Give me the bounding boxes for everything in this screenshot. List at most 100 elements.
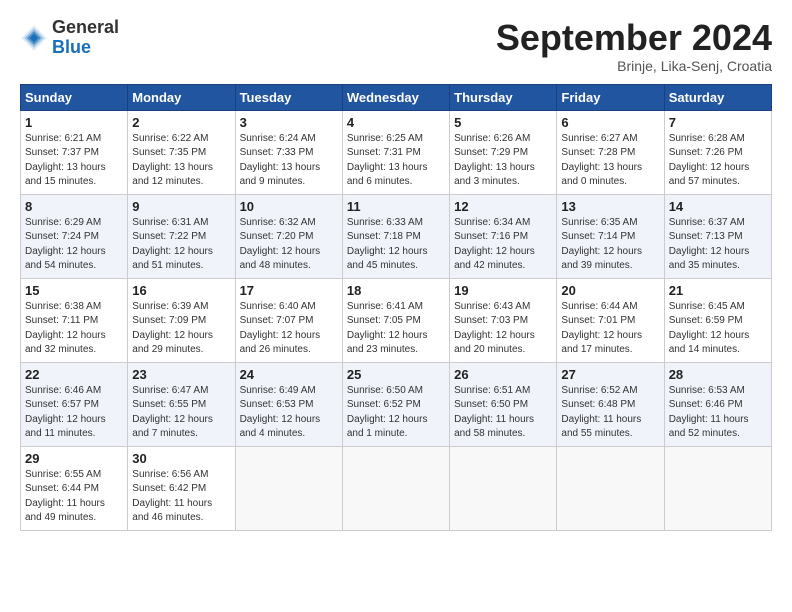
day-detail: Sunrise: 6:41 AMSunset: 7:05 PMDaylight:… [347, 301, 428, 356]
table-row: 5 Sunrise: 6:26 AMSunset: 7:29 PMDaylight… [450, 110, 557, 194]
day-number: 8 [25, 199, 123, 214]
table-row: 23 Sunrise: 6:47 AMSunset: 6:55 PMDayligh… [128, 362, 235, 446]
calendar-table: Sunday Monday Tuesday Wednesday Thursday… [20, 84, 772, 531]
table-row: 12 Sunrise: 6:34 AMSunset: 7:16 PMDayligh… [450, 194, 557, 278]
day-number: 19 [454, 283, 552, 298]
day-detail: Sunrise: 6:22 AMSunset: 7:35 PMDaylight:… [132, 133, 213, 188]
header-sunday: Sunday [21, 84, 128, 110]
day-detail: Sunrise: 6:50 AMSunset: 6:52 PMDaylight:… [347, 385, 428, 440]
table-row [450, 446, 557, 530]
day-number: 30 [132, 451, 230, 466]
day-number: 14 [669, 199, 767, 214]
day-detail: Sunrise: 6:53 AMSunset: 6:46 PMDaylight:… [669, 385, 749, 440]
day-detail: Sunrise: 6:39 AMSunset: 7:09 PMDaylight:… [132, 301, 213, 356]
month-title: September 2024 [496, 18, 772, 58]
logo: General Blue [20, 18, 119, 58]
day-number: 5 [454, 115, 552, 130]
table-row: 8 Sunrise: 6:29 AMSunset: 7:24 PMDaylight… [21, 194, 128, 278]
header-friday: Friday [557, 84, 664, 110]
table-row [342, 446, 449, 530]
day-number: 3 [240, 115, 338, 130]
logo-text: General Blue [52, 18, 119, 58]
day-detail: Sunrise: 6:29 AMSunset: 7:24 PMDaylight:… [25, 217, 106, 272]
table-row: 18 Sunrise: 6:41 AMSunset: 7:05 PMDayligh… [342, 278, 449, 362]
day-detail: Sunrise: 6:33 AMSunset: 7:18 PMDaylight:… [347, 217, 428, 272]
day-detail: Sunrise: 6:44 AMSunset: 7:01 PMDaylight:… [561, 301, 642, 356]
day-detail: Sunrise: 6:32 AMSunset: 7:20 PMDaylight:… [240, 217, 321, 272]
location: Brinje, Lika-Senj, Croatia [496, 58, 772, 74]
day-number: 4 [347, 115, 445, 130]
day-number: 9 [132, 199, 230, 214]
logo-general-text: General [52, 18, 119, 38]
table-row: 25 Sunrise: 6:50 AMSunset: 6:52 PMDayligh… [342, 362, 449, 446]
header-wednesday: Wednesday [342, 84, 449, 110]
header-saturday: Saturday [664, 84, 771, 110]
table-row: 9Sunrise: 6:31 AMSunset: 7:22 PMDaylight… [128, 194, 235, 278]
day-detail: Sunrise: 6:43 AMSunset: 7:03 PMDaylight:… [454, 301, 535, 356]
day-number: 2 [132, 115, 230, 130]
day-number: 25 [347, 367, 445, 382]
day-detail: Sunrise: 6:35 AMSunset: 7:14 PMDaylight:… [561, 217, 642, 272]
table-row: 4 Sunrise: 6:25 AMSunset: 7:31 PMDaylight… [342, 110, 449, 194]
table-row [557, 446, 664, 530]
day-detail: Sunrise: 6:21 AMSunset: 7:37 PMDaylight:… [25, 133, 106, 188]
day-number: 23 [132, 367, 230, 382]
day-detail: Sunrise: 6:40 AMSunset: 7:07 PMDaylight:… [240, 301, 321, 356]
calendar-header-row: Sunday Monday Tuesday Wednesday Thursday… [21, 84, 772, 110]
table-row: 26 Sunrise: 6:51 AMSunset: 6:50 PMDayligh… [450, 362, 557, 446]
day-detail: Sunrise: 6:26 AMSunset: 7:29 PMDaylight:… [454, 133, 535, 188]
day-detail: Sunrise: 6:55 AMSunset: 6:44 PMDaylight:… [25, 469, 105, 524]
table-row: 16 Sunrise: 6:39 AMSunset: 7:09 PMDayligh… [128, 278, 235, 362]
day-detail: Sunrise: 6:51 AMSunset: 6:50 PMDaylight:… [454, 385, 534, 440]
header-monday: Monday [128, 84, 235, 110]
day-number: 21 [669, 283, 767, 298]
title-block: September 2024 Brinje, Lika-Senj, Croati… [496, 18, 772, 74]
day-detail: Sunrise: 6:34 AMSunset: 7:16 PMDaylight:… [454, 217, 535, 272]
day-number: 12 [454, 199, 552, 214]
day-detail: Sunrise: 6:38 AMSunset: 7:11 PMDaylight:… [25, 301, 106, 356]
logo-blue-text: Blue [52, 38, 119, 58]
day-detail: Sunrise: 6:47 AMSunset: 6:55 PMDaylight:… [132, 385, 213, 440]
day-number: 28 [669, 367, 767, 382]
day-number: 17 [240, 283, 338, 298]
day-detail: Sunrise: 6:25 AMSunset: 7:31 PMDaylight:… [347, 133, 428, 188]
day-number: 24 [240, 367, 338, 382]
table-row: 7 Sunrise: 6:28 AMSunset: 7:26 PMDaylight… [664, 110, 771, 194]
table-row: 2 Sunrise: 6:22 AMSunset: 7:35 PMDaylight… [128, 110, 235, 194]
day-number: 20 [561, 283, 659, 298]
table-row: 24Sunrise: 6:49 AMSunset: 6:53 PMDayligh… [235, 362, 342, 446]
table-row: 14 Sunrise: 6:37 AMSunset: 7:13 PMDayligh… [664, 194, 771, 278]
day-number: 11 [347, 199, 445, 214]
logo-icon [20, 24, 48, 52]
table-row: 15 Sunrise: 6:38 AMSunset: 7:11 PMDayligh… [21, 278, 128, 362]
table-row: 28 Sunrise: 6:53 AMSunset: 6:46 PMDayligh… [664, 362, 771, 446]
day-detail: Sunrise: 6:46 AMSunset: 6:57 PMDaylight:… [25, 385, 106, 440]
day-number: 15 [25, 283, 123, 298]
table-row: 19 Sunrise: 6:43 AMSunset: 7:03 PMDayligh… [450, 278, 557, 362]
day-number: 22 [25, 367, 123, 382]
day-detail: Sunrise: 6:24 AMSunset: 7:33 PMDaylight:… [240, 133, 321, 188]
table-row: 27Sunrise: 6:52 AMSunset: 6:48 PMDayligh… [557, 362, 664, 446]
day-detail: Sunrise: 6:37 AMSunset: 7:13 PMDaylight:… [669, 217, 750, 272]
table-row [235, 446, 342, 530]
day-number: 27 [561, 367, 659, 382]
header: General Blue September 2024 Brinje, Lika… [20, 18, 772, 74]
day-detail: Sunrise: 6:28 AMSunset: 7:26 PMDaylight:… [669, 133, 750, 188]
table-row: 13 Sunrise: 6:35 AMSunset: 7:14 PMDayligh… [557, 194, 664, 278]
day-number: 13 [561, 199, 659, 214]
table-row: 10 Sunrise: 6:32 AMSunset: 7:20 PMDayligh… [235, 194, 342, 278]
table-row: 1 Sunrise: 6:21 AMSunset: 7:37 PMDaylight… [21, 110, 128, 194]
day-number: 1 [25, 115, 123, 130]
day-detail: Sunrise: 6:45 AMSunset: 6:59 PMDaylight:… [669, 301, 750, 356]
day-number: 18 [347, 283, 445, 298]
table-row: 11 Sunrise: 6:33 AMSunset: 7:18 PMDayligh… [342, 194, 449, 278]
day-number: 10 [240, 199, 338, 214]
table-row [664, 446, 771, 530]
table-row: 30Sunrise: 6:56 AMSunset: 6:42 PMDayligh… [128, 446, 235, 530]
page: General Blue September 2024 Brinje, Lika… [0, 0, 792, 541]
day-number: 26 [454, 367, 552, 382]
table-row: 29Sunrise: 6:55 AMSunset: 6:44 PMDayligh… [21, 446, 128, 530]
header-thursday: Thursday [450, 84, 557, 110]
day-number: 7 [669, 115, 767, 130]
day-number: 16 [132, 283, 230, 298]
